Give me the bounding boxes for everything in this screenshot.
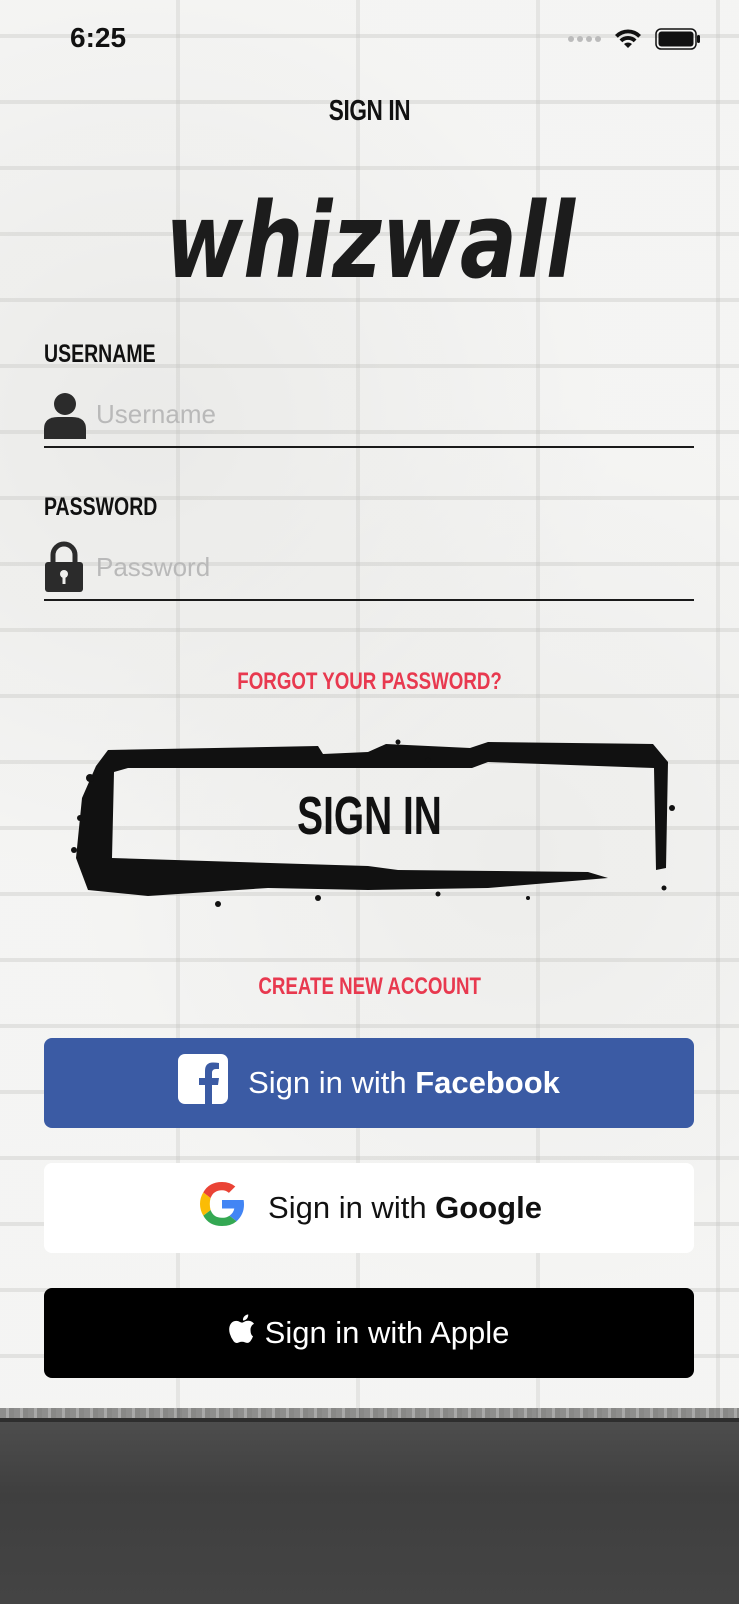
status-time: 6:25 — [70, 22, 127, 53]
brush-frame — [76, 742, 668, 896]
person-icon — [44, 386, 88, 442]
logo-text: whizwall — [165, 185, 576, 295]
username-input[interactable] — [88, 389, 676, 439]
facebook-icon — [178, 1054, 229, 1112]
page-title: SIGN IN — [328, 95, 411, 127]
password-field[interactable] — [44, 535, 694, 601]
pavement-background — [0, 1418, 739, 1604]
facebook-prefix: Sign in with — [248, 1065, 416, 1100]
cellular-signal-icon — [568, 36, 601, 42]
create-account-label: CREATE NEW ACCOUNT — [258, 973, 481, 1000]
facebook-button-text: Sign in with Facebook — [248, 1065, 560, 1101]
username-label: USERNAME — [44, 340, 156, 368]
battery-icon — [655, 28, 701, 50]
google-button-text: Sign in with Google — [268, 1190, 542, 1226]
status-bar: 6:25 — [0, 0, 739, 80]
facebook-brand: Facebook — [415, 1065, 560, 1100]
apple-button-text: Sign in with Apple — [264, 1315, 510, 1350]
forgot-password-link[interactable]: FORGOT YOUR PASSWORD? — [0, 668, 739, 696]
whizwall-logo: whizwall — [165, 185, 576, 295]
lock-icon — [44, 539, 88, 595]
google-prefix: Sign in with — [268, 1190, 436, 1225]
apple-icon — [228, 1314, 255, 1352]
google-brand: Google — [435, 1190, 542, 1225]
google-sign-in-button[interactable]: Sign in with Google — [44, 1163, 694, 1253]
password-input[interactable] — [88, 542, 676, 592]
status-icons — [568, 28, 701, 50]
wifi-icon — [613, 28, 643, 50]
password-label: PASSWORD — [44, 493, 158, 521]
create-account-link[interactable]: CREATE NEW ACCOUNT — [0, 973, 739, 1001]
facebook-sign-in-button[interactable]: Sign in with Facebook — [44, 1038, 694, 1128]
google-icon — [196, 1178, 248, 1238]
sign-in-button[interactable] — [68, 738, 678, 913]
apple-sign-in-button[interactable]: Sign in with Apple — [44, 1288, 694, 1378]
username-field[interactable] — [44, 382, 694, 448]
forgot-password-label: FORGOT YOUR PASSWORD? — [237, 668, 502, 695]
